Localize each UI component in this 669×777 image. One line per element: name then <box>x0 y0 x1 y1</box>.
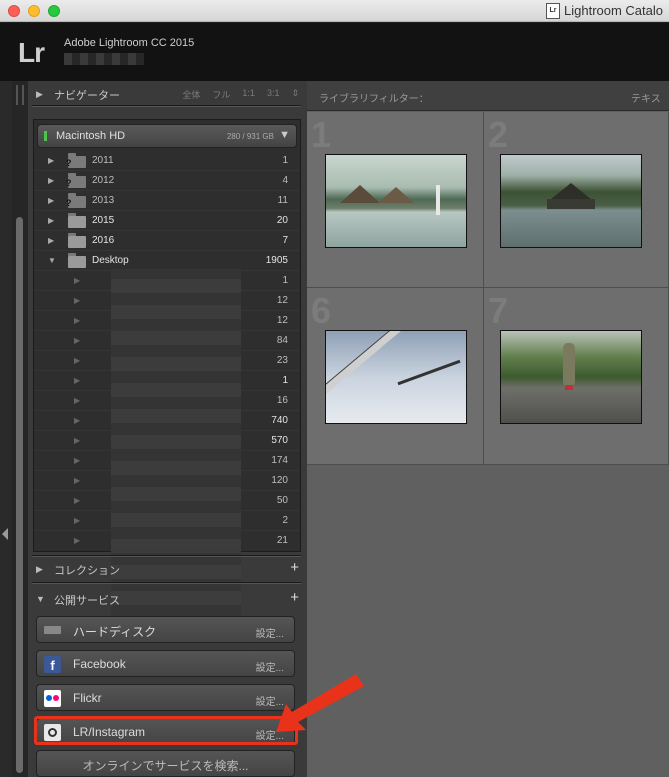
annotation-arrow <box>276 674 364 732</box>
